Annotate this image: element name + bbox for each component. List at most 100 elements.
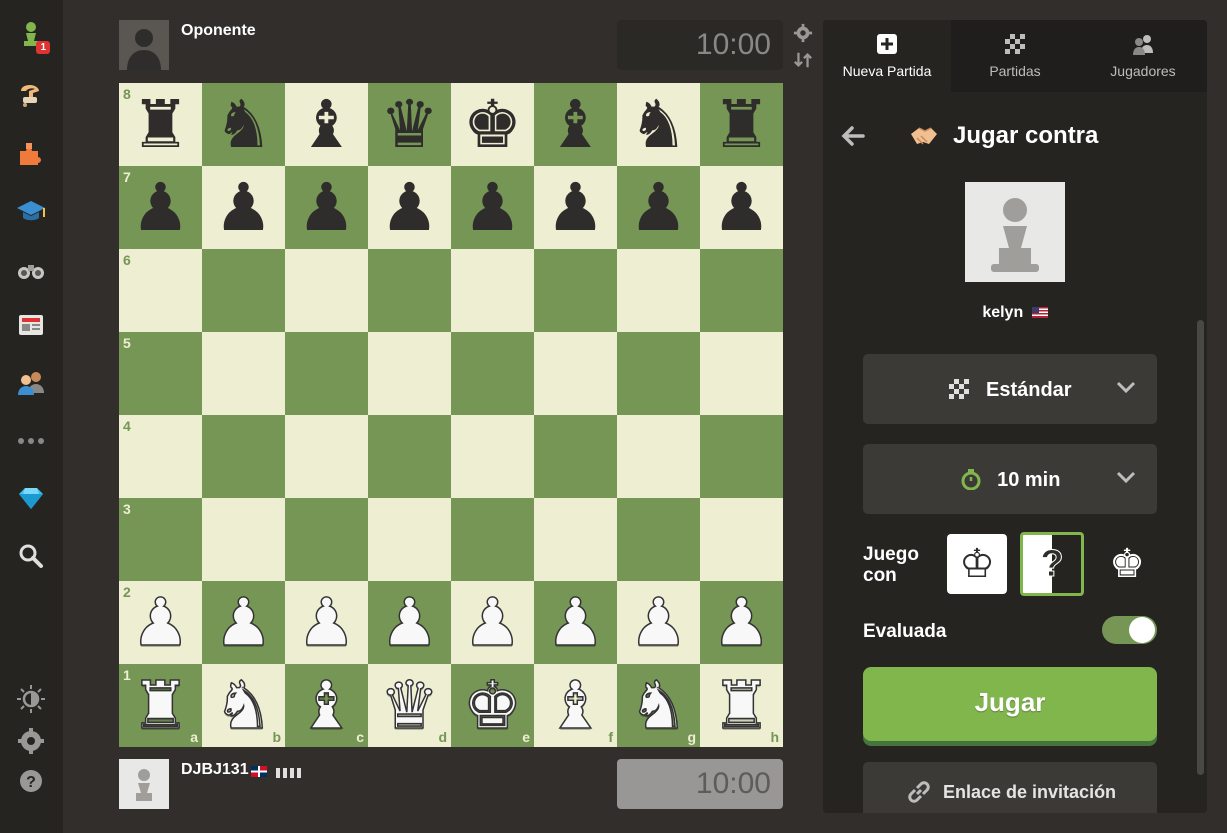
square-g6[interactable] [617, 249, 700, 332]
watch-binoculars-icon[interactable] [12, 250, 50, 288]
square-f8[interactable]: ♝ [534, 83, 617, 166]
square-e7[interactable]: ♟ [451, 166, 534, 249]
square-h1[interactable]: h ♜ [700, 664, 783, 747]
white-bishop-icon[interactable]: ♝ [296, 671, 357, 739]
square-e3[interactable] [451, 498, 534, 581]
square-e2[interactable]: ♟ [451, 581, 534, 664]
square-c3[interactable] [285, 498, 368, 581]
play-as-random-button[interactable]: ? [1020, 532, 1084, 596]
play-button[interactable]: Jugar [863, 667, 1157, 741]
black-rook-icon[interactable]: ♜ [712, 91, 771, 158]
square-h3[interactable] [700, 498, 783, 581]
white-pawn-icon[interactable]: ♟ [711, 588, 772, 656]
social-people-icon[interactable] [12, 364, 50, 402]
square-h2[interactable]: ♟ [700, 581, 783, 664]
square-c4[interactable] [285, 415, 368, 498]
white-knight-icon[interactable]: ♞ [628, 671, 689, 739]
tab-new-game[interactable]: Nueva Partida [823, 20, 951, 92]
square-f4[interactable] [534, 415, 617, 498]
square-f1[interactable]: f ♝ [534, 664, 617, 747]
square-b4[interactable] [202, 415, 285, 498]
search-icon[interactable] [12, 537, 50, 575]
square-d2[interactable]: ♟ [368, 581, 451, 664]
white-pawn-icon[interactable]: ♟ [130, 588, 191, 656]
square-g4[interactable] [617, 415, 700, 498]
back-arrow-icon[interactable] [839, 122, 867, 150]
white-pawn-icon[interactable]: ♟ [462, 588, 523, 656]
square-f7[interactable]: ♟ [534, 166, 617, 249]
square-g5[interactable] [617, 332, 700, 415]
white-pawn-icon[interactable]: ♟ [545, 588, 606, 656]
black-bishop-icon[interactable]: ♝ [546, 91, 605, 158]
square-a4[interactable]: 4 [119, 415, 202, 498]
rated-toggle[interactable] [1102, 616, 1157, 644]
square-g8[interactable]: ♞ [617, 83, 700, 166]
white-pawn-icon[interactable]: ♟ [379, 588, 440, 656]
square-a7[interactable]: 7 ♟ [119, 166, 202, 249]
square-f3[interactable] [534, 498, 617, 581]
black-queen-icon[interactable]: ♛ [380, 91, 439, 158]
white-pawn-icon[interactable]: ♟ [296, 588, 357, 656]
square-b6[interactable] [202, 249, 285, 332]
settings-gear-icon[interactable] [12, 722, 50, 760]
square-g3[interactable] [617, 498, 700, 581]
black-bishop-icon[interactable]: ♝ [297, 91, 356, 158]
help-question-icon[interactable]: ? [12, 762, 50, 800]
play-nav-pawn-icon[interactable]: 1 [12, 16, 50, 54]
square-g2[interactable]: ♟ [617, 581, 700, 664]
square-e8[interactable]: ♚ [451, 83, 534, 166]
black-pawn-icon[interactable]: ♟ [380, 174, 439, 241]
news-icon[interactable] [12, 306, 50, 344]
white-pawn-icon[interactable]: ♟ [628, 588, 689, 656]
play-as-white-button[interactable]: ♔ [947, 534, 1007, 594]
square-c2[interactable]: ♟ [285, 581, 368, 664]
square-c5[interactable] [285, 332, 368, 415]
square-b2[interactable]: ♟ [202, 581, 285, 664]
square-b5[interactable] [202, 332, 285, 415]
chessboard[interactable]: 8 ♜ ♞ ♝ ♛ ♚ ♝ ♞ ♜ 7 ♟ ♟ ♟ ♟ ♟ ♟ ♟ ♟ 6 5 4 3 2 ♟ ♟ ♟ ♟ ♟ ♟ ♟ ♟ 1 a ♜ b ♞ c ♝ d ♛… [119, 83, 783, 747]
black-king-icon[interactable]: ♚ [463, 91, 522, 158]
square-d3[interactable] [368, 498, 451, 581]
square-a1[interactable]: 1 a ♜ [119, 664, 202, 747]
puzzles-nav-icon[interactable] [12, 76, 50, 114]
black-pawn-icon[interactable]: ♟ [297, 174, 356, 241]
square-d1[interactable]: d ♛ [368, 664, 451, 747]
black-pawn-icon[interactable]: ♟ [214, 174, 273, 241]
tab-players[interactable]: Jugadores [1079, 20, 1207, 92]
flip-board-icon[interactable] [792, 49, 814, 71]
square-d8[interactable]: ♛ [368, 83, 451, 166]
square-f5[interactable] [534, 332, 617, 415]
diamond-icon[interactable] [12, 479, 50, 517]
black-knight-icon[interactable]: ♞ [214, 91, 273, 158]
square-d5[interactable] [368, 332, 451, 415]
square-c6[interactable] [285, 249, 368, 332]
white-king-icon[interactable]: ♚ [462, 671, 523, 739]
time-control-dropdown[interactable]: 10 min [863, 444, 1157, 514]
panel-scrollbar[interactable] [1197, 320, 1204, 775]
square-f2[interactable]: ♟ [534, 581, 617, 664]
white-pawn-icon[interactable]: ♟ [213, 588, 274, 656]
white-queen-icon[interactable]: ♛ [379, 671, 440, 739]
square-h5[interactable] [700, 332, 783, 415]
white-rook-icon[interactable]: ♜ [130, 671, 191, 739]
square-b3[interactable] [202, 498, 285, 581]
black-pawn-icon[interactable]: ♟ [463, 174, 522, 241]
black-rook-icon[interactable]: ♜ [131, 91, 190, 158]
white-rook-icon[interactable]: ♜ [711, 671, 772, 739]
square-a2[interactable]: 2 ♟ [119, 581, 202, 664]
black-pawn-icon[interactable]: ♟ [131, 174, 190, 241]
square-h7[interactable]: ♟ [700, 166, 783, 249]
more-dots-icon[interactable] [12, 422, 50, 460]
play-as-black-button[interactable]: ♚ [1097, 534, 1157, 594]
black-pawn-icon[interactable]: ♟ [712, 174, 771, 241]
white-bishop-icon[interactable]: ♝ [545, 671, 606, 739]
square-a3[interactable]: 3 [119, 498, 202, 581]
square-a8[interactable]: 8 ♜ [119, 83, 202, 166]
square-f6[interactable] [534, 249, 617, 332]
black-pawn-icon[interactable]: ♟ [629, 174, 688, 241]
square-d7[interactable]: ♟ [368, 166, 451, 249]
square-h8[interactable]: ♜ [700, 83, 783, 166]
learn-puzzle-piece-icon[interactable] [12, 134, 50, 172]
square-h4[interactable] [700, 415, 783, 498]
square-g1[interactable]: g ♞ [617, 664, 700, 747]
